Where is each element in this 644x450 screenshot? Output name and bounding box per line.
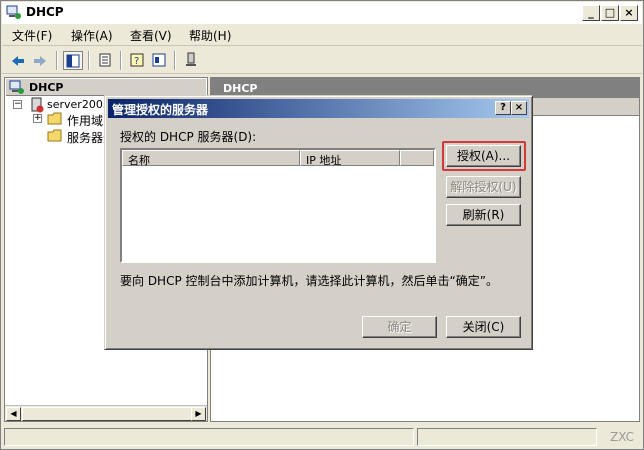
dialog-close-action-button[interactable]: 关闭(C) xyxy=(446,316,521,338)
dialog-hint-text: 要向 DHCP 控制台中添加计算机，请选择此计算机，然后单击“确定”。 xyxy=(120,274,498,288)
maximize-button[interactable]: □ xyxy=(601,5,619,21)
server-icon xyxy=(31,97,44,113)
dhcp-root-icon xyxy=(9,80,24,94)
status-bar: ZXC xyxy=(2,426,642,448)
properties-icon[interactable] xyxy=(149,51,169,70)
tree-header: DHCP xyxy=(6,79,206,96)
ok-button[interactable]: 确定 xyxy=(362,316,437,338)
expand-icon[interactable]: + xyxy=(33,114,42,123)
toolbar: ? xyxy=(2,47,642,74)
column-header-filler xyxy=(400,150,434,166)
authorized-servers-list[interactable]: 名称 IP 地址 xyxy=(120,148,436,263)
refresh-button[interactable]: 刷新(R) xyxy=(446,204,521,226)
server-stats-icon[interactable] xyxy=(181,51,201,70)
toolbar-separator xyxy=(88,51,90,70)
window-titlebar: DHCP _ □ × xyxy=(2,2,642,24)
export-list-icon[interactable] xyxy=(95,51,115,70)
scroll-left-icon[interactable]: ◀ xyxy=(6,407,21,421)
toolbar-separator xyxy=(120,51,122,70)
menu-file[interactable]: 文件(F) xyxy=(12,27,52,44)
unauthorize-button[interactable]: 解除授权(U) xyxy=(446,176,521,198)
watermark: ZXC xyxy=(610,430,634,444)
menu-view[interactable]: 查看(V) xyxy=(130,27,172,44)
toolbar-separator xyxy=(174,51,176,70)
show-hide-tree-icon[interactable] xyxy=(63,51,83,70)
menu-bar: 文件(F) 操作(A) 查看(V) 帮助(H) xyxy=(2,24,642,46)
authorize-button[interactable]: 授权(A)... xyxy=(446,145,521,167)
manage-authorized-servers-dialog: 管理授权的服务器 ? × 授权的 DHCP 服务器(D): 名称 IP 地址 授… xyxy=(104,95,533,350)
dialog-help-button[interactable]: ? xyxy=(495,101,511,115)
menu-action[interactable]: 操作(A) xyxy=(71,27,113,44)
server-options-icon xyxy=(47,129,62,142)
svg-text:?: ? xyxy=(134,56,139,67)
column-header-name[interactable]: 名称 xyxy=(122,150,300,167)
column-header-ip[interactable]: IP 地址 xyxy=(300,150,400,167)
dialog-close-button[interactable]: × xyxy=(511,101,527,115)
close-button[interactable]: × xyxy=(620,5,638,21)
dhcp-app-icon xyxy=(6,5,21,19)
status-cell-secondary xyxy=(417,428,597,446)
tree-root-label[interactable]: DHCP xyxy=(29,81,63,94)
help-icon[interactable]: ? xyxy=(127,51,147,70)
minimize-button[interactable]: _ xyxy=(582,5,600,21)
tree-item-server[interactable]: server2003 xyxy=(47,98,110,111)
authorized-servers-label: 授权的 DHCP 服务器(D): xyxy=(120,130,257,144)
status-cell-main xyxy=(4,428,414,446)
scroll-right-icon[interactable]: ▶ xyxy=(191,407,206,421)
tree-hscrollbar[interactable]: ◀ ▶ xyxy=(5,405,207,421)
back-icon[interactable] xyxy=(8,51,28,70)
tree-item-scope[interactable]: 作用域 xyxy=(67,112,103,129)
dialog-titlebar: 管理授权的服务器 ? × xyxy=(108,99,529,118)
folder-icon xyxy=(47,112,62,125)
collapse-icon[interactable]: − xyxy=(13,100,22,109)
menu-help[interactable]: 帮助(H) xyxy=(189,27,231,44)
forward-icon[interactable] xyxy=(30,51,50,70)
dialog-title: 管理授权的服务器 xyxy=(112,103,209,117)
scroll-thumb[interactable] xyxy=(22,407,192,421)
window-title: DHCP xyxy=(26,5,64,19)
toolbar-separator xyxy=(56,51,58,70)
